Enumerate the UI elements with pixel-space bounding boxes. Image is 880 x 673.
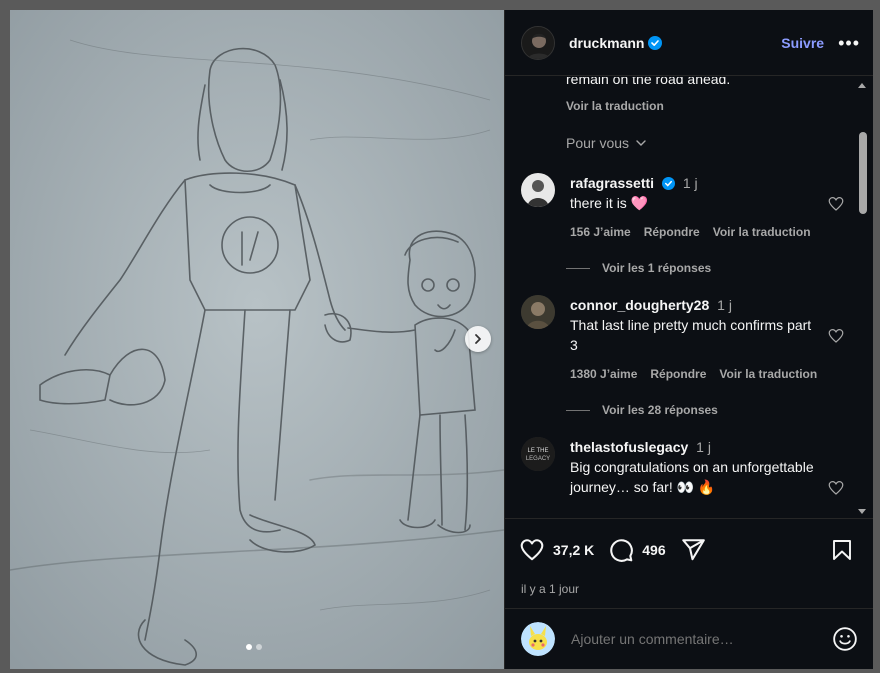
author-username[interactable]: druckmann	[569, 35, 644, 51]
post-actions: 37,2 K 496 il y a 1 jour	[505, 518, 873, 608]
scroll-down-arrow[interactable]	[858, 509, 866, 514]
comment-time: 1 j	[717, 297, 732, 313]
commenter-username[interactable]: connor_dougherty28	[570, 297, 709, 313]
heart-icon[interactable]	[519, 537, 545, 563]
scrollbar-thumb[interactable]	[859, 132, 867, 214]
view-replies-button[interactable]: Voir les 28 réponses	[566, 403, 718, 417]
author-avatar[interactable]	[521, 25, 555, 60]
carousel-dots	[246, 644, 262, 650]
comment-item: rafagrassetti 1 j there it is 🩷 156 J’ai…	[521, 173, 851, 253]
comment-likes[interactable]: 156 J’aime	[570, 225, 631, 239]
see-translation-button[interactable]: Voir la traduction	[713, 225, 811, 239]
commenter-username[interactable]: rafagrassetti	[570, 175, 654, 191]
add-comment-bar	[505, 608, 873, 669]
view-replies-button[interactable]: Voir les 1 réponses	[566, 261, 711, 275]
chevron-down-icon	[636, 140, 646, 146]
commenter-avatar[interactable]	[521, 295, 555, 329]
comment-time: 1 j	[696, 439, 711, 455]
commenter-avatar[interactable]: LE THE LEGACY	[521, 437, 555, 471]
view-replies-label: Voir les 1 réponses	[602, 261, 712, 275]
current-user-avatar	[521, 622, 555, 656]
commenter-username[interactable]: thelastofuslegacy	[570, 439, 688, 455]
reply-button[interactable]: Répondre	[650, 367, 706, 381]
carousel-dot	[256, 644, 262, 650]
scroll-up-arrow[interactable]	[858, 83, 866, 88]
view-replies-label: Voir les 28 réponses	[602, 403, 718, 417]
caption-text-tail: remain on the road ahead.	[566, 77, 731, 87]
verified-badge-icon	[648, 35, 663, 50]
heart-icon[interactable]	[827, 327, 845, 345]
comments-list[interactable]: remain on the road ahead. Voir la traduc…	[505, 77, 873, 518]
follow-button[interactable]: Suivre	[781, 35, 824, 51]
comment-time: 1 j	[682, 175, 698, 191]
comment-sort-label: Pour vous	[566, 135, 630, 151]
pencil-sketch-image	[10, 10, 504, 669]
chevron-right-icon	[475, 334, 481, 344]
paper-plane-icon[interactable]	[680, 537, 706, 563]
svg-text:LEGACY: LEGACY	[526, 456, 550, 462]
heart-icon[interactable]	[827, 479, 845, 497]
like-count[interactable]: 37,2 K	[553, 542, 594, 558]
post-image	[10, 10, 504, 669]
comment-text: Big congratulations on an unforgettable …	[570, 459, 814, 495]
comment-item: connor_dougherty28 1 j That last line pr…	[521, 295, 851, 395]
commenter-avatar[interactable]	[521, 173, 555, 207]
add-comment-input[interactable]	[571, 631, 811, 647]
heart-icon[interactable]	[827, 195, 845, 213]
more-options-icon[interactable]: •••	[838, 34, 860, 52]
author-avatar-image	[522, 26, 554, 59]
post-modal: druckmann Suivre ••• remain on the road …	[10, 10, 873, 669]
post-side-panel: druckmann Suivre ••• remain on the road …	[504, 10, 873, 669]
bookmark-icon[interactable]	[830, 537, 854, 563]
verified-badge-icon	[661, 177, 675, 190]
comments-scrollbar[interactable]	[854, 77, 870, 518]
caption-see-translation[interactable]: Voir la traduction	[566, 99, 664, 113]
comment-text: That last line pretty much confirms part…	[570, 317, 812, 353]
comment-count[interactable]: 496	[642, 542, 665, 558]
comment-likes[interactable]: 1380 J’aime	[570, 367, 637, 381]
svg-text:LE THE: LE THE	[528, 448, 549, 454]
post-header: druckmann Suivre •••	[505, 10, 873, 76]
comment-item: LE THE LEGACY thelastofuslegacy 1 j Big c…	[521, 437, 851, 518]
smiley-icon[interactable]	[832, 626, 858, 652]
carousel-dot-active	[246, 644, 252, 650]
post-timestamp: il y a 1 jour	[521, 582, 580, 596]
comment-sort-dropdown[interactable]: Pour vous	[566, 135, 647, 151]
reply-button[interactable]: Répondre	[644, 225, 700, 239]
see-translation-button[interactable]: Voir la traduction	[719, 367, 817, 381]
comment-bubble-icon[interactable]	[608, 537, 634, 563]
comment-text: there it is 🩷	[570, 195, 649, 211]
next-image-button[interactable]	[465, 326, 491, 352]
